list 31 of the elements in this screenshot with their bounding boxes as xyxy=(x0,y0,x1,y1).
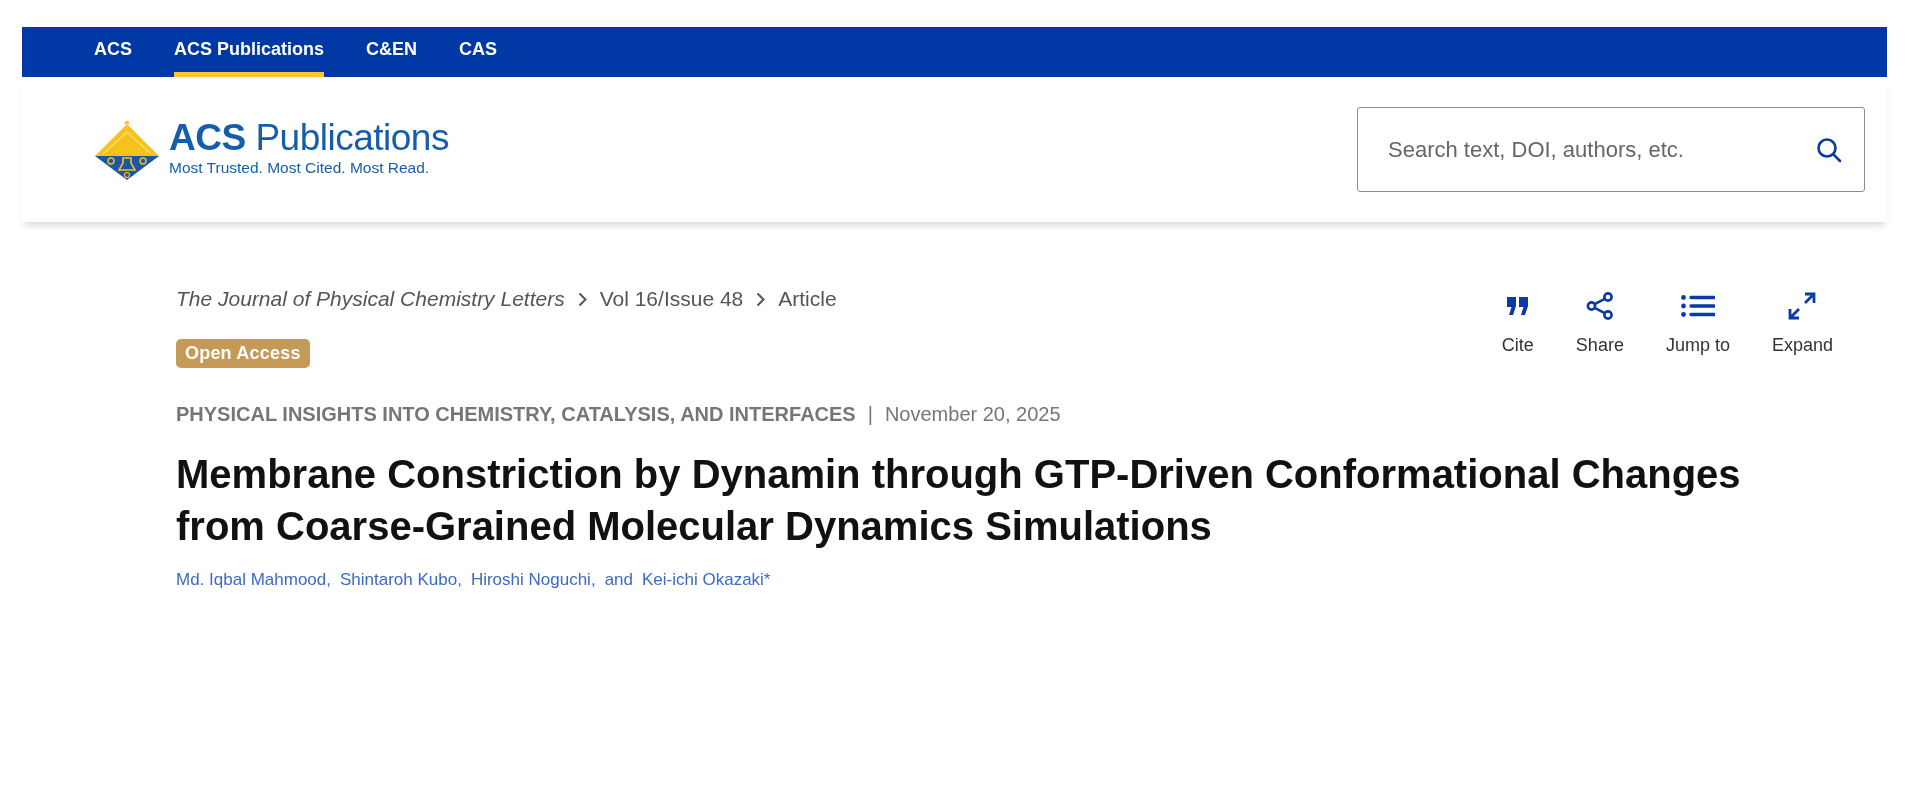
author-link[interactable]: Shintaroh Kubo, xyxy=(339,568,462,592)
quote-icon xyxy=(1505,296,1530,316)
search-button[interactable] xyxy=(1815,136,1843,164)
chevron-right-icon xyxy=(756,291,766,307)
logo-tagline: Most Trusted. Most Cited. Most Read. xyxy=(169,158,431,178)
top-nav-tab[interactable]: C&EN xyxy=(366,27,418,77)
author-link[interactable]: Hiroshi Noguchi, xyxy=(470,568,596,592)
search-icon xyxy=(1816,137,1842,163)
article-section: PHYSICAL INSIGHTS INTO CHEMISTRY, CATALYSIS, AND INTERFACES xyxy=(176,399,856,429)
article-title: Membrane Constriction by Dynamin through GTP-Driven Conformational Changes from Coarse-Grained Molecular Dynamics Simulations xyxy=(176,451,1742,550)
author-link[interactable]: Kei-ichi Okazaki* xyxy=(642,568,771,592)
author-link[interactable]: Md. Iqbal Mahmood, xyxy=(176,568,331,592)
logo-wordmark[interactable]: ACS Publications xyxy=(169,119,449,157)
separator-text: | xyxy=(867,402,873,427)
top-nav-tab[interactable]: ACS xyxy=(94,27,132,77)
publication-date: November 20, 2025 xyxy=(884,402,1061,427)
breadcrumb-link[interactable]: The Journal of Physical Chemistry Letters xyxy=(176,283,565,315)
conjunction-text: and xyxy=(604,569,633,591)
expand-button[interactable]: Expand xyxy=(1771,291,1833,357)
open-access-badge: Open Access xyxy=(176,339,310,368)
search-input[interactable]: Search text, DOI, authors, etc. xyxy=(1357,107,1865,192)
expand-icon xyxy=(1788,292,1817,320)
breadcrumb-current: Article xyxy=(778,286,837,313)
list-icon xyxy=(1680,295,1715,317)
breadcrumb-link[interactable]: Vol 16/Issue 48 xyxy=(599,283,744,315)
share-button[interactable]: Share xyxy=(1575,291,1624,357)
cite-button[interactable]: Cite xyxy=(1501,291,1534,357)
jump-to-button[interactable]: Jump to xyxy=(1665,291,1730,357)
share-icon xyxy=(1585,292,1614,320)
chevron-right-icon xyxy=(577,291,587,307)
top-nav-tab[interactable]: CAS xyxy=(459,27,498,77)
